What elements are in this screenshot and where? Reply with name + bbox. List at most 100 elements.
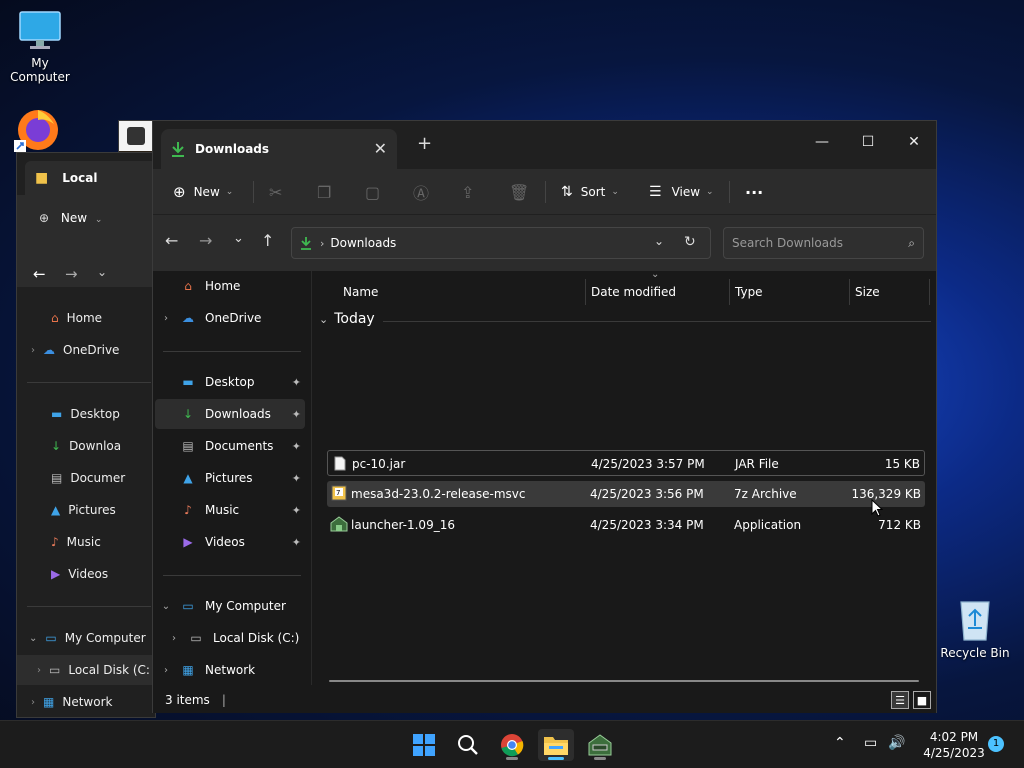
background-explorer-tab[interactable]: ■ Local — [25, 161, 157, 195]
bg-sidebar-item-desktop[interactable]: ▬ Desktop — [17, 399, 157, 429]
copy-icon: ❐ — [317, 182, 332, 202]
close-window-button[interactable]: ✕ — [891, 127, 937, 157]
copy-button[interactable]: ❐ — [317, 177, 331, 207]
background-new-button[interactable]: ⊕ New ⌄ — [39, 211, 102, 225]
nav-item-local-disk[interactable]: › ▭ Local Disk (C:) — [155, 623, 305, 653]
file-row[interactable]: pc-10.jar 4/25/2023 3:57 PM JAR File 15 … — [327, 450, 925, 476]
bg-sidebar-item-pictures[interactable]: ▲ Pictures — [17, 495, 157, 525]
file-row[interactable]: launcher-1.09_16 4/25/2023 3:34 PM Appli… — [327, 512, 925, 538]
bg-sidebar-item-network[interactable]: › ▦ Network — [17, 687, 157, 717]
bg-sidebar-item-local-disk[interactable]: › ▭ Local Disk (C: — [17, 655, 157, 685]
pin-icon[interactable]: ✦ — [292, 504, 301, 517]
back-arrow-icon[interactable]: ← — [33, 265, 46, 283]
chevron-down-icon[interactable]: ⌄ — [155, 601, 177, 612]
new-tab-icon[interactable]: + — [417, 133, 432, 154]
volume-icon[interactable]: 🔊 — [888, 735, 905, 751]
close-tab-icon[interactable]: ✕ — [374, 139, 387, 158]
bg-sidebar-item-videos[interactable]: ▶ Videos — [17, 559, 157, 589]
nav-item-my-computer[interactable]: ⌄ ▭ My Computer — [155, 591, 305, 621]
delete-button[interactable]: 🗑 — [509, 177, 529, 207]
chevron-down-icon[interactable]: ⌄ — [97, 265, 107, 279]
nav-item-home[interactable]: ⌂ Home — [155, 271, 305, 301]
search-input[interactable]: Search Downloads ⌕ — [723, 227, 924, 259]
start-button[interactable] — [406, 729, 442, 761]
sort-button[interactable]: ⇅ Sort ⌄ — [561, 177, 619, 207]
file-explorer-taskbar-button[interactable] — [538, 729, 574, 761]
search-button[interactable] — [450, 729, 486, 761]
column-header-size[interactable]: Size — [855, 275, 880, 309]
nav-item-documents[interactable]: ▤ Documents ✦ — [155, 431, 305, 461]
background-explorer-window[interactable]: ■ Local ⊕ New ⌄ ← → ⌄ ⌂ Home › ☁ OneDrive ▬… — [16, 152, 157, 718]
nav-item-music[interactable]: ♪ Music ✦ — [155, 495, 305, 525]
bg-sidebar-item-downloads[interactable]: ↓ Downloa — [17, 431, 157, 461]
pin-icon[interactable]: ✦ — [292, 440, 301, 453]
chrome-taskbar-button[interactable] — [494, 729, 530, 761]
chevron-right-icon[interactable]: › — [163, 633, 185, 644]
network-status-icon[interactable]: ▭ — [864, 735, 877, 751]
explorer-window[interactable]: Downloads ✕ + — ☐ ✕ ⊕ New ⌄ ✂ ❐ ▢ Ⓐ ⇪ 🗑 … — [152, 120, 937, 713]
notification-badge[interactable]: 1 — [988, 736, 1004, 752]
forward-arrow-icon[interactable]: → — [65, 265, 78, 283]
back-arrow-icon[interactable]: ← — [165, 231, 178, 250]
address-input[interactable]: › Downloads ⌄ ↻ — [291, 227, 711, 259]
nav-item-desktop[interactable]: ▬ Desktop ✦ — [155, 367, 305, 397]
nav-item-downloads[interactable]: ↓ Downloads ✦ — [155, 399, 305, 429]
minimize-button[interactable]: — — [799, 127, 845, 157]
paste-button[interactable]: ▢ — [365, 177, 380, 207]
desktop-icon-recycle-bin[interactable]: Recycle Bin — [935, 596, 1015, 660]
chevron-right-icon: › — [37, 664, 41, 676]
pin-icon[interactable]: ✦ — [292, 472, 301, 485]
ellipsis-icon: ··· — [745, 182, 764, 202]
nav-item-onedrive[interactable]: › ☁ OneDrive — [155, 303, 305, 333]
drive-icon: ▭ — [49, 663, 61, 677]
address-dropdown-icon[interactable]: ⌄ — [654, 234, 664, 248]
launcher-taskbar-button[interactable] — [582, 729, 618, 761]
pin-icon[interactable]: ✦ — [292, 376, 301, 389]
nav-label: Desktop — [205, 375, 255, 389]
tab-downloads[interactable]: Downloads ✕ — [161, 129, 397, 169]
column-separator[interactable] — [729, 279, 730, 305]
cut-button[interactable]: ✂ — [269, 177, 282, 207]
chevron-right-icon[interactable]: › — [155, 313, 177, 324]
column-header-type[interactable]: Type — [735, 275, 763, 309]
pin-icon[interactable]: ✦ — [292, 408, 301, 421]
bg-sidebar-item-my-computer[interactable]: ⌄ ▭ My Computer — [17, 623, 157, 653]
bg-sidebar-item-documents[interactable]: ▤ Documer — [17, 463, 157, 493]
column-separator[interactable] — [585, 279, 586, 305]
chevron-right-icon[interactable]: › — [155, 665, 177, 676]
see-more-button[interactable]: ··· — [745, 177, 763, 207]
music-icon: ♪ — [51, 535, 59, 549]
view-button[interactable]: ☰ View ⌄ — [649, 177, 714, 207]
nav-item-videos[interactable]: ▶ Videos ✦ — [155, 527, 305, 557]
desktop-icon-my-computer[interactable]: My Computer — [0, 10, 80, 84]
maximize-button[interactable]: ☐ — [845, 127, 891, 157]
firefox-icon[interactable] — [14, 104, 62, 152]
bg-sidebar-item-onedrive[interactable]: › ☁ OneDrive — [17, 335, 157, 365]
column-separator[interactable] — [929, 279, 930, 305]
rename-button[interactable]: Ⓐ — [413, 177, 429, 207]
pane-splitter[interactable] — [311, 271, 312, 685]
group-header-today[interactable]: ⌄ Today — [319, 311, 375, 327]
column-header-name[interactable]: Name — [343, 275, 378, 309]
show-hidden-icons-icon[interactable]: ⌃ — [834, 735, 846, 751]
pin-icon[interactable]: ✦ — [292, 536, 301, 549]
details-view-button[interactable]: ☰ — [891, 691, 909, 709]
tiles-view-button[interactable]: ■ — [913, 691, 931, 709]
forward-arrow-icon[interactable]: → — [199, 231, 212, 250]
bg-sidebar-item-home[interactable]: ⌂ Home — [17, 303, 157, 333]
new-button[interactable]: ⊕ New ⌄ — [173, 177, 233, 207]
up-arrow-icon[interactable]: ↑ — [261, 231, 274, 250]
column-header-date-modified[interactable]: Date modified — [591, 275, 676, 309]
breadcrumb-downloads[interactable]: Downloads — [330, 236, 396, 250]
bg-sidebar-item-music[interactable]: ♪ Music — [17, 527, 157, 557]
file-row[interactable]: 7 mesa3d-23.0.2-release-msvc 4/25/2023 3… — [327, 481, 925, 507]
title-bar[interactable]: Downloads ✕ + — ☐ ✕ — [153, 121, 936, 169]
system-clock[interactable]: 4:02 PM 4/25/2023 — [914, 729, 994, 761]
column-separator[interactable] — [849, 279, 850, 305]
recent-locations-chevron-icon[interactable]: ⌄ — [233, 231, 244, 246]
refresh-icon[interactable]: ↻ — [684, 234, 696, 250]
nav-item-network[interactable]: › ▦ Network — [155, 655, 305, 685]
share-button[interactable]: ⇪ — [461, 177, 474, 207]
horizontal-scrollbar[interactable] — [329, 680, 919, 682]
nav-item-pictures[interactable]: ▲ Pictures ✦ — [155, 463, 305, 493]
